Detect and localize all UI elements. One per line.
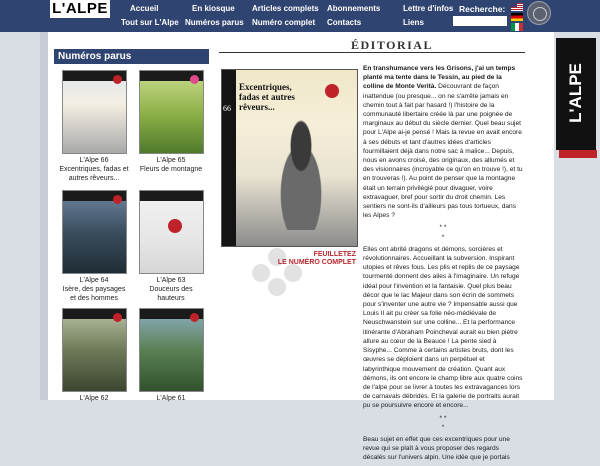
nav-tout-sur-lalpe[interactable]: Tout sur L'Alpe	[121, 18, 179, 28]
search-label: Recherche:	[459, 4, 506, 14]
issue-title[interactable]: Isère, des paysages et des hommes	[59, 285, 129, 303]
cover-issue-number: 66	[223, 104, 231, 113]
issue-item[interactable]: L'Alpe 61	[136, 308, 206, 403]
nav-articles-complets[interactable]: Articles complets	[252, 4, 319, 14]
vertical-logo-accent	[559, 150, 597, 158]
issue-item[interactable]: L'Alpe 62	[59, 308, 129, 403]
nav-lettre-infos[interactable]: Lettre d'infos	[403, 4, 453, 14]
issue-item[interactable]: L'Alpe 64 Isère, des paysages et des hom…	[59, 190, 129, 303]
issue-number[interactable]: L'Alpe 62	[59, 394, 129, 403]
issue-cover-image[interactable]	[61, 190, 127, 274]
german-flag-icon[interactable]	[511, 13, 523, 21]
issue-cover-image[interactable]	[61, 70, 127, 154]
issue-title[interactable]: Excentriques, fadas et autres rêveurs...	[59, 165, 129, 183]
issue-cover-image[interactable]	[138, 70, 204, 154]
issue-number[interactable]: L'Alpe 65	[136, 156, 206, 165]
cover-title: Excentriques, fadas et autres rêveurs...	[239, 82, 295, 112]
issue-number[interactable]: L'Alpe 61	[136, 394, 206, 403]
issue-number[interactable]: L'Alpe 66	[59, 156, 129, 165]
nav-contacts[interactable]: Contacts	[327, 18, 361, 28]
full-issue-link[interactable]: LE NUMÉRO COMPLET	[250, 258, 356, 267]
heading-rule-left	[219, 52, 349, 53]
editorial-paragraph: Elles ont abrité dragons et démons, sorc…	[363, 245, 523, 410]
sidebar-title: Numéros parus	[54, 49, 209, 64]
issue-title[interactable]: Douceurs des hauteurs	[136, 285, 206, 303]
page-title: ÉDITORIAL	[351, 38, 433, 52]
section-separator: * * *	[439, 224, 447, 241]
vertical-logo-text: L'ALPE	[566, 63, 585, 123]
site-logo[interactable]: L'ALPE	[50, 0, 110, 18]
editorial-paragraph: Beau sujet en effet que ces excentriques…	[363, 435, 510, 462]
nav-numeros-parus[interactable]: Numéros parus	[185, 18, 244, 28]
issue-item[interactable]: L'Alpe 66 Excentriques, fadas et autres …	[59, 70, 129, 183]
issue-cover-image[interactable]	[61, 308, 127, 392]
nav-numero-complet[interactable]: Numéro complet	[252, 18, 315, 28]
issue-item[interactable]: L'Alpe 65 Fleurs de montagne	[136, 70, 206, 174]
issue-number[interactable]: L'Alpe 63	[136, 276, 206, 285]
nav-en-kiosque[interactable]: En kiosque	[192, 4, 235, 14]
editorial-text: En transhumance vers les Grisons, j'ai u…	[363, 64, 523, 466]
issue-number[interactable]: L'Alpe 64	[59, 276, 129, 285]
nav-abonnements[interactable]: Abonnements	[327, 4, 380, 14]
english-flag-icon[interactable]	[511, 3, 523, 11]
italian-flag-icon[interactable]	[511, 23, 523, 31]
vertical-logo: L'ALPE	[556, 38, 596, 150]
seal-emblem-icon	[527, 1, 551, 25]
issue-item[interactable]: L'Alpe 63 Douceurs des hauteurs	[136, 190, 206, 303]
issue-title[interactable]: Fleurs de montagne	[136, 165, 206, 174]
issue-cover-image[interactable]	[138, 190, 204, 274]
heading-rule-right	[345, 52, 525, 53]
nav-liens[interactable]: Liens	[403, 18, 424, 28]
issue-cover-image[interactable]	[138, 308, 204, 392]
nav-accueil[interactable]: Accueil	[130, 4, 158, 14]
section-separator: * * *	[439, 414, 447, 431]
editorial-paragraph: Découvrant de façon inattendue (ou presq…	[363, 83, 523, 220]
search-input[interactable]	[453, 16, 507, 26]
page-left-margin	[40, 32, 48, 400]
